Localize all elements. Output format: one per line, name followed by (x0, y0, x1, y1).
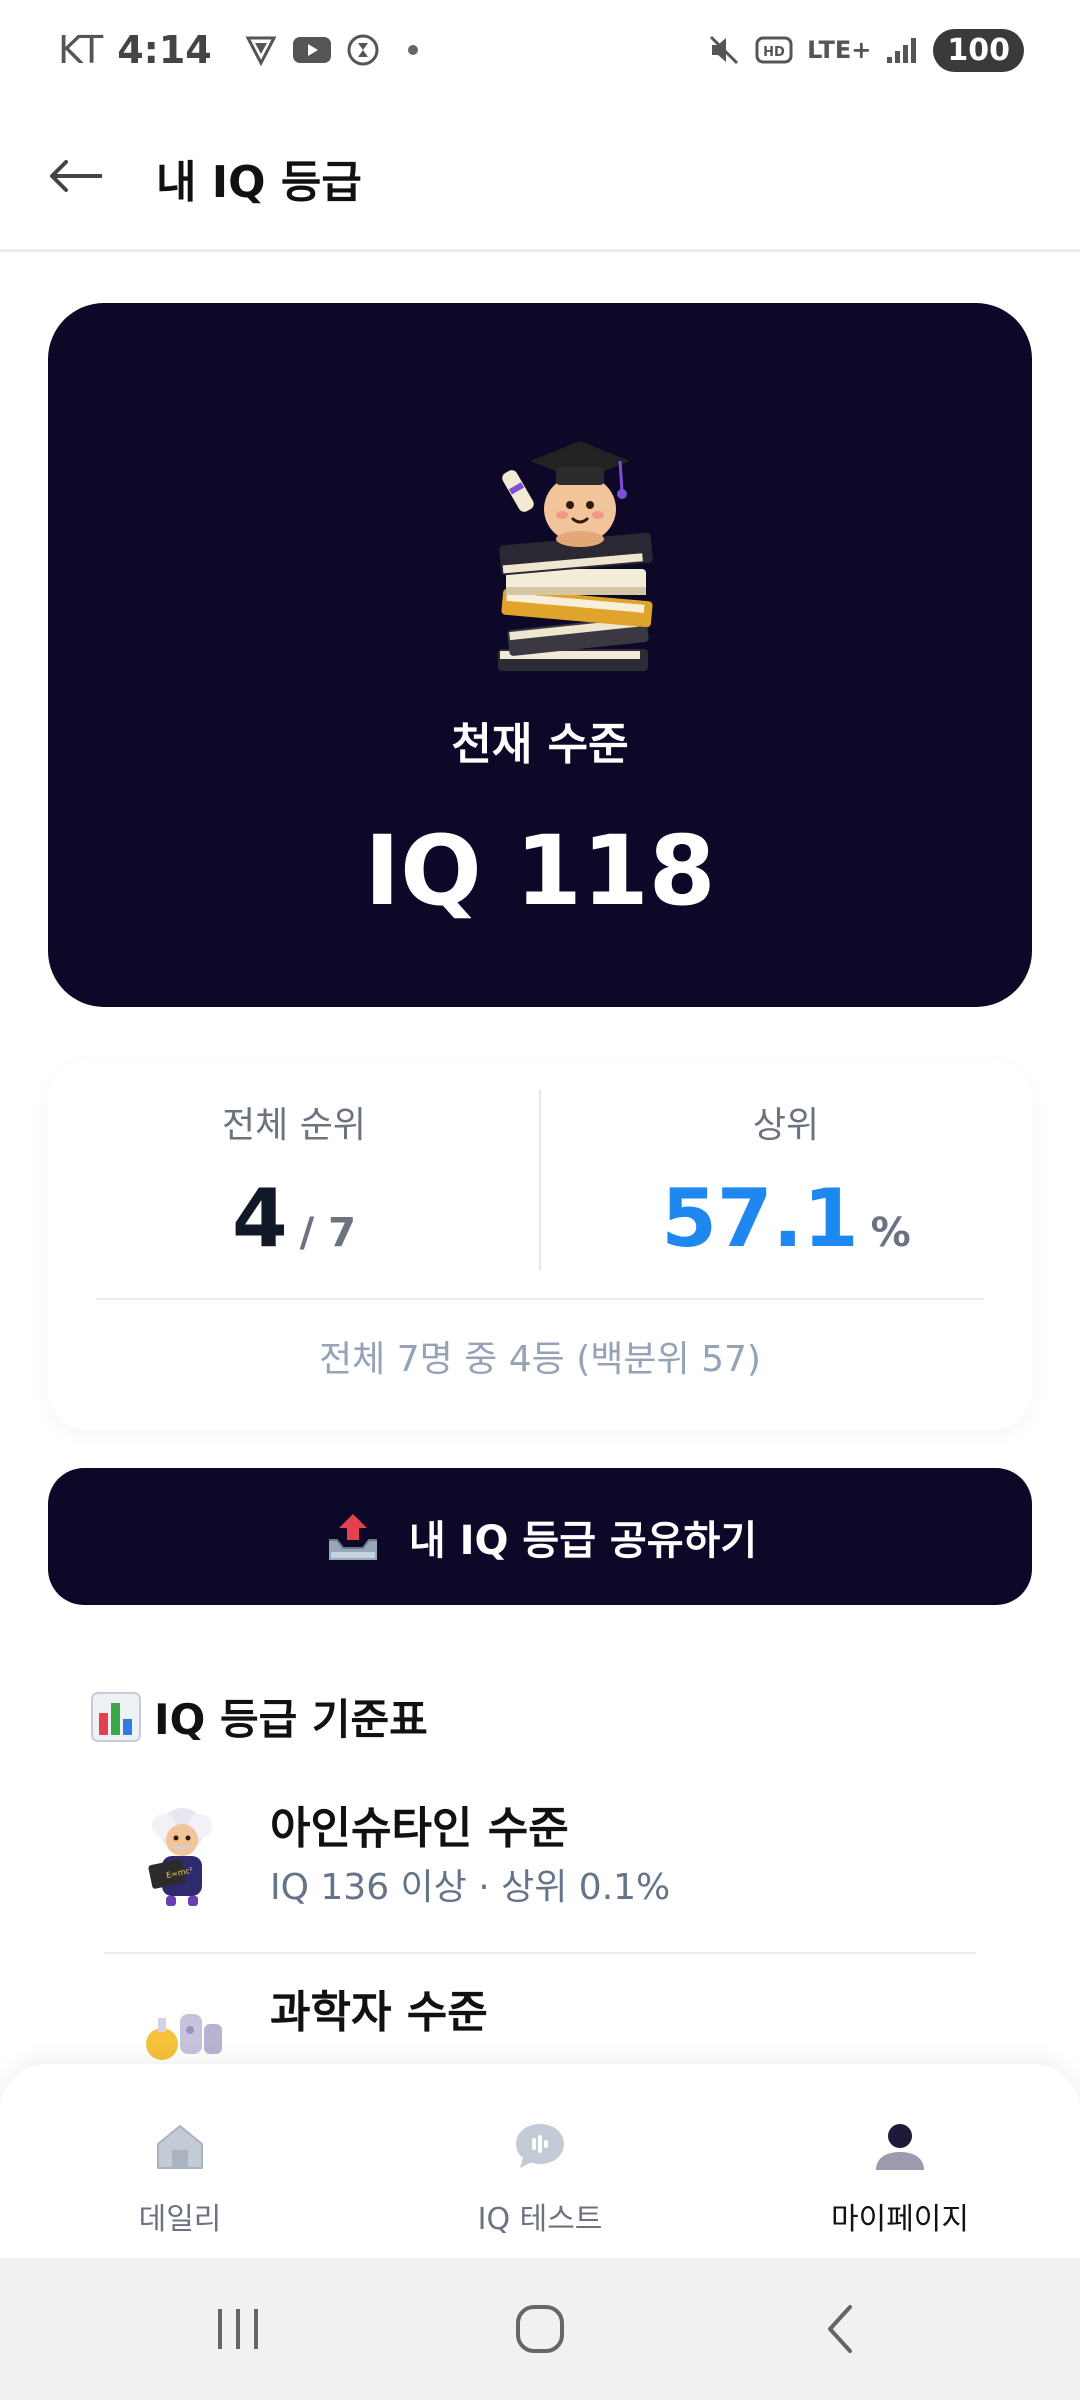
nav-label: 마이페이지 (831, 2202, 969, 2237)
signal-icon (885, 35, 919, 65)
rank-stats-card: 전체 순위 4 / 7 상위 57.1 % 전체 7명 중 4등 (백분위 57… (48, 1060, 1032, 1430)
share-label: 내 IQ 등급 공유하기 (408, 1517, 758, 1564)
arrow-left-icon (50, 160, 102, 192)
mute-icon (707, 33, 741, 67)
recent-apps-button[interactable] (198, 2294, 278, 2364)
home-circle-icon (516, 2305, 564, 2353)
rank-value-row: 4 / 7 (48, 1172, 540, 1265)
grade-table-title: IQ 등급 기준표 (154, 1695, 428, 1744)
percentile-value-row: 57.1 % (540, 1172, 1032, 1265)
hd-voice-icon: HD (755, 35, 793, 65)
einstein-illustration: E=mc² (148, 1808, 212, 1906)
grade-item-einstein[interactable]: E=mc² 아인슈타인 수준 IQ 136 이상 · 상위 0.1% (104, 1770, 976, 1954)
iq-level-label: 천재 수준 (451, 719, 629, 770)
iq-hero-card: 천재 수준 IQ 118 (48, 303, 1032, 1007)
rank-value: 4 (231, 1172, 288, 1265)
rank-label: 전체 순위 (222, 1105, 366, 1146)
outbox-tray-icon (328, 1513, 377, 1560)
recent-apps-icon (218, 2309, 258, 2349)
percentile-stat: 상위 57.1 % (540, 1096, 1032, 1265)
share-iq-button[interactable]: 내 IQ 등급 공유하기 (48, 1468, 1032, 1605)
stats-separator (96, 1298, 984, 1300)
page-title: 내 IQ 등급 (156, 157, 362, 208)
status-left: KT 4:14 (58, 24, 418, 76)
home-button[interactable] (500, 2294, 580, 2364)
percentile-label: 상위 (752, 1105, 820, 1146)
rank-summary: 전체 7명 중 4등 (백분위 57) (319, 1339, 761, 1380)
system-navigation-bar (0, 2258, 1080, 2400)
status-bar: KT 4:14 HD LTE+ 100 (0, 0, 1080, 100)
person-icon (876, 2124, 924, 2170)
iq-score: IQ 118 (364, 815, 716, 927)
status-right: HD LTE+ 100 (707, 24, 1024, 76)
percentile-value: 57.1 (661, 1172, 859, 1265)
nav-iq-test[interactable]: IQ 테스트 (360, 2064, 720, 2258)
nav-label: 데일리 (138, 2202, 222, 2237)
chat-bubble-icon (516, 2124, 564, 2168)
app-header: 내 IQ 등급 (0, 100, 1080, 252)
carrier-label: KT (58, 28, 104, 72)
timer-icon (346, 33, 380, 67)
nav-mypage[interactable]: 마이페이지 (720, 2064, 1080, 2258)
back-nav-button[interactable] (802, 2294, 882, 2364)
youtube-icon (292, 35, 332, 65)
percentile-unit: % (870, 1210, 911, 1256)
graduate-on-books-illustration (498, 441, 653, 671)
chevron-left-icon (828, 2305, 852, 2353)
bottom-navigation: 데일리 IQ 테스트 마이페이지 (0, 2064, 1080, 2258)
nav-daily[interactable]: 데일리 (0, 2064, 360, 2258)
rank-total: / 7 (299, 1210, 357, 1256)
svg-text:HD: HD (763, 45, 785, 60)
grade-name: 과학자 수준 (270, 1987, 488, 2038)
notification-dot-icon (407, 45, 418, 55)
back-button[interactable] (44, 152, 108, 200)
bar-chart-icon (91, 1691, 141, 1742)
grade-table-header: IQ 등급 기준표 (90, 1686, 428, 1747)
grade-desc: IQ 136 이상 · 상위 0.1% (270, 1867, 671, 1908)
nav-label: IQ 테스트 (477, 2202, 603, 2237)
clock: 4:14 (117, 28, 212, 72)
rank-stat: 전체 순위 4 / 7 (48, 1096, 540, 1265)
battery-indicator: 100 (933, 28, 1024, 72)
home-icon (157, 2125, 203, 2169)
network-type: LTE+ (807, 36, 872, 64)
grade-name: 아인슈타인 수준 (270, 1803, 569, 1854)
shield-vpn-icon (244, 33, 278, 67)
